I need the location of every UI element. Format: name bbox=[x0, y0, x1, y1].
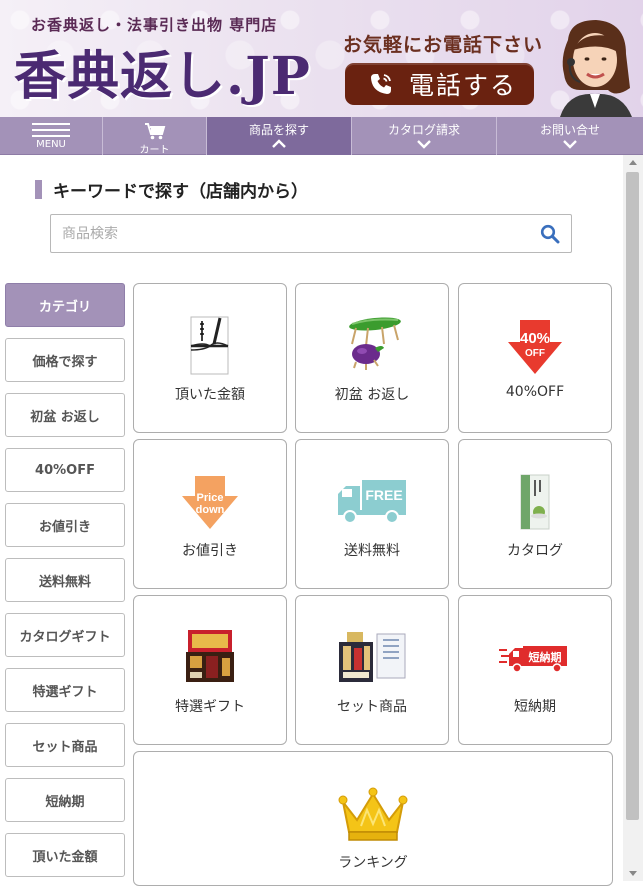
site-header: お香典返し・法事引き出物 専門店 香典返し.JP お気軽にお電話下さい 電話する bbox=[0, 0, 643, 117]
discount-badge-text: 40% bbox=[520, 330, 550, 347]
nav-cart[interactable]: カート bbox=[103, 117, 207, 156]
discount-badge-subtext: OFF bbox=[525, 348, 545, 359]
nav-cart-label: カート bbox=[139, 145, 170, 156]
operator-avatar bbox=[560, 20, 632, 117]
nav-search-products-label: 商品を探す bbox=[248, 123, 309, 137]
express-badge-text: 短納期 bbox=[529, 650, 562, 664]
chevron-down-icon bbox=[417, 140, 431, 149]
keyword-search-title: キーワードで探す（店舗内から） bbox=[53, 181, 308, 202]
category-card-special-gift[interactable]: 特選ギフト bbox=[133, 595, 287, 745]
sidebar-item-price[interactable]: 価格で探す bbox=[5, 338, 125, 382]
sidebar-item-set-products[interactable]: セット商品 bbox=[5, 723, 125, 767]
nav-catalog-request-label: カタログ請求 bbox=[387, 123, 460, 137]
keyword-search-heading: キーワードで探す（店舗内から） bbox=[35, 178, 308, 202]
category-card-hatsubon[interactable]: 初盆 お返し bbox=[295, 283, 449, 433]
nav-menu[interactable]: MENU bbox=[0, 117, 103, 155]
chevron-up-icon bbox=[272, 139, 286, 148]
category-card-free-shipping[interactable]: FREE 送料無料 bbox=[295, 439, 449, 589]
category-label: ランキング bbox=[338, 855, 408, 871]
category-card-40off[interactable]: 40% OFF 40%OFF bbox=[458, 283, 612, 433]
main-nav: MENU カート 商品を探す カタログ請求 お問い合せ bbox=[0, 117, 643, 156]
nav-catalog-request[interactable]: カタログ請求 bbox=[352, 117, 497, 155]
sidebar-item-free-shipping[interactable]: 送料無料 bbox=[5, 558, 125, 602]
category-card-express[interactable]: 短納期 短納期 bbox=[458, 595, 612, 745]
cucumber-eggplant-icon bbox=[349, 317, 401, 370]
call-button-label: 電話する bbox=[409, 71, 518, 100]
sidebar-item-40off[interactable]: 40%OFF bbox=[5, 448, 125, 492]
phone-icon bbox=[371, 74, 391, 94]
sidebar-item-hatsubon[interactable]: 初盆 お返し bbox=[5, 393, 125, 437]
catalog-book-icon bbox=[520, 474, 550, 530]
gift-box-icon bbox=[186, 630, 234, 682]
cart-icon bbox=[145, 123, 166, 140]
sidebar-item-express[interactable]: 短納期 bbox=[5, 778, 125, 822]
noshi-envelope-icon bbox=[190, 316, 229, 375]
crown-icon bbox=[338, 787, 408, 841]
price-down-badge-subtext: down bbox=[196, 504, 225, 516]
category-label: 初盆 お返し bbox=[334, 387, 410, 403]
category-card-price-down[interactable]: Price down お値引き bbox=[133, 439, 287, 589]
category-label: お値引き bbox=[182, 543, 238, 559]
free-shipping-truck-icon: FREE bbox=[338, 480, 406, 524]
nav-contact-label: お問い合せ bbox=[539, 123, 600, 137]
search-input[interactable] bbox=[51, 215, 521, 252]
scroll-up-arrow-icon[interactable] bbox=[629, 160, 637, 165]
category-label: 頂いた金額 bbox=[175, 387, 245, 403]
call-prompt: お気軽にお電話下さい bbox=[343, 34, 544, 56]
free-badge-text: FREE bbox=[365, 487, 402, 503]
category-label: カタログ bbox=[507, 543, 563, 559]
category-label: 短納期 bbox=[514, 699, 556, 715]
category-label: 特選ギフト bbox=[175, 699, 245, 715]
scrollbar-thumb[interactable] bbox=[626, 172, 639, 820]
nav-search-products[interactable]: 商品を探す bbox=[207, 117, 352, 155]
category-card-amount-received[interactable]: 頂いた金額 bbox=[133, 283, 287, 433]
sidebar-item-special-gift[interactable]: 特選ギフト bbox=[5, 668, 125, 712]
express-truck-icon: 短納期 bbox=[499, 646, 567, 673]
sidebar-item-catalog-gift[interactable]: カタログギフト bbox=[5, 613, 125, 657]
search-box bbox=[50, 214, 572, 253]
nav-menu-label: MENU bbox=[36, 139, 66, 150]
scroll-down-arrow-icon[interactable] bbox=[629, 871, 637, 876]
category-card-set-products[interactable]: セット商品 bbox=[295, 595, 449, 745]
price-down-badge-text: Price bbox=[197, 492, 224, 504]
site-logo[interactable]: 香典返し.JP bbox=[14, 44, 311, 110]
header-tagline: お香典返し・法事引き出物 専門店 bbox=[31, 16, 278, 34]
chevron-down-icon bbox=[563, 140, 577, 149]
category-label: 40%OFF bbox=[505, 384, 565, 400]
category-card-catalog[interactable]: カタログ bbox=[458, 439, 612, 589]
search-icon[interactable] bbox=[540, 224, 560, 244]
sidebar-item-discount[interactable]: お値引き bbox=[5, 503, 125, 547]
sidebar-item-category[interactable]: カテゴリ bbox=[5, 283, 125, 327]
nav-contact[interactable]: お問い合せ bbox=[497, 117, 643, 155]
category-card-ranking[interactable]: ランキング bbox=[133, 751, 613, 886]
hamburger-icon bbox=[32, 123, 70, 137]
category-label: セット商品 bbox=[337, 699, 407, 715]
page-scrollbar[interactable] bbox=[623, 155, 643, 881]
discount-arrow-icon: 40% OFF bbox=[508, 320, 562, 374]
heading-accent-bar bbox=[35, 179, 42, 199]
price-down-arrow-icon: Price down bbox=[182, 476, 238, 529]
set-products-icon bbox=[339, 632, 406, 682]
call-button[interactable]: 電話する bbox=[345, 63, 534, 105]
sidebar-item-amount-received[interactable]: 頂いた金額 bbox=[5, 833, 125, 877]
category-label: 送料無料 bbox=[344, 543, 400, 559]
